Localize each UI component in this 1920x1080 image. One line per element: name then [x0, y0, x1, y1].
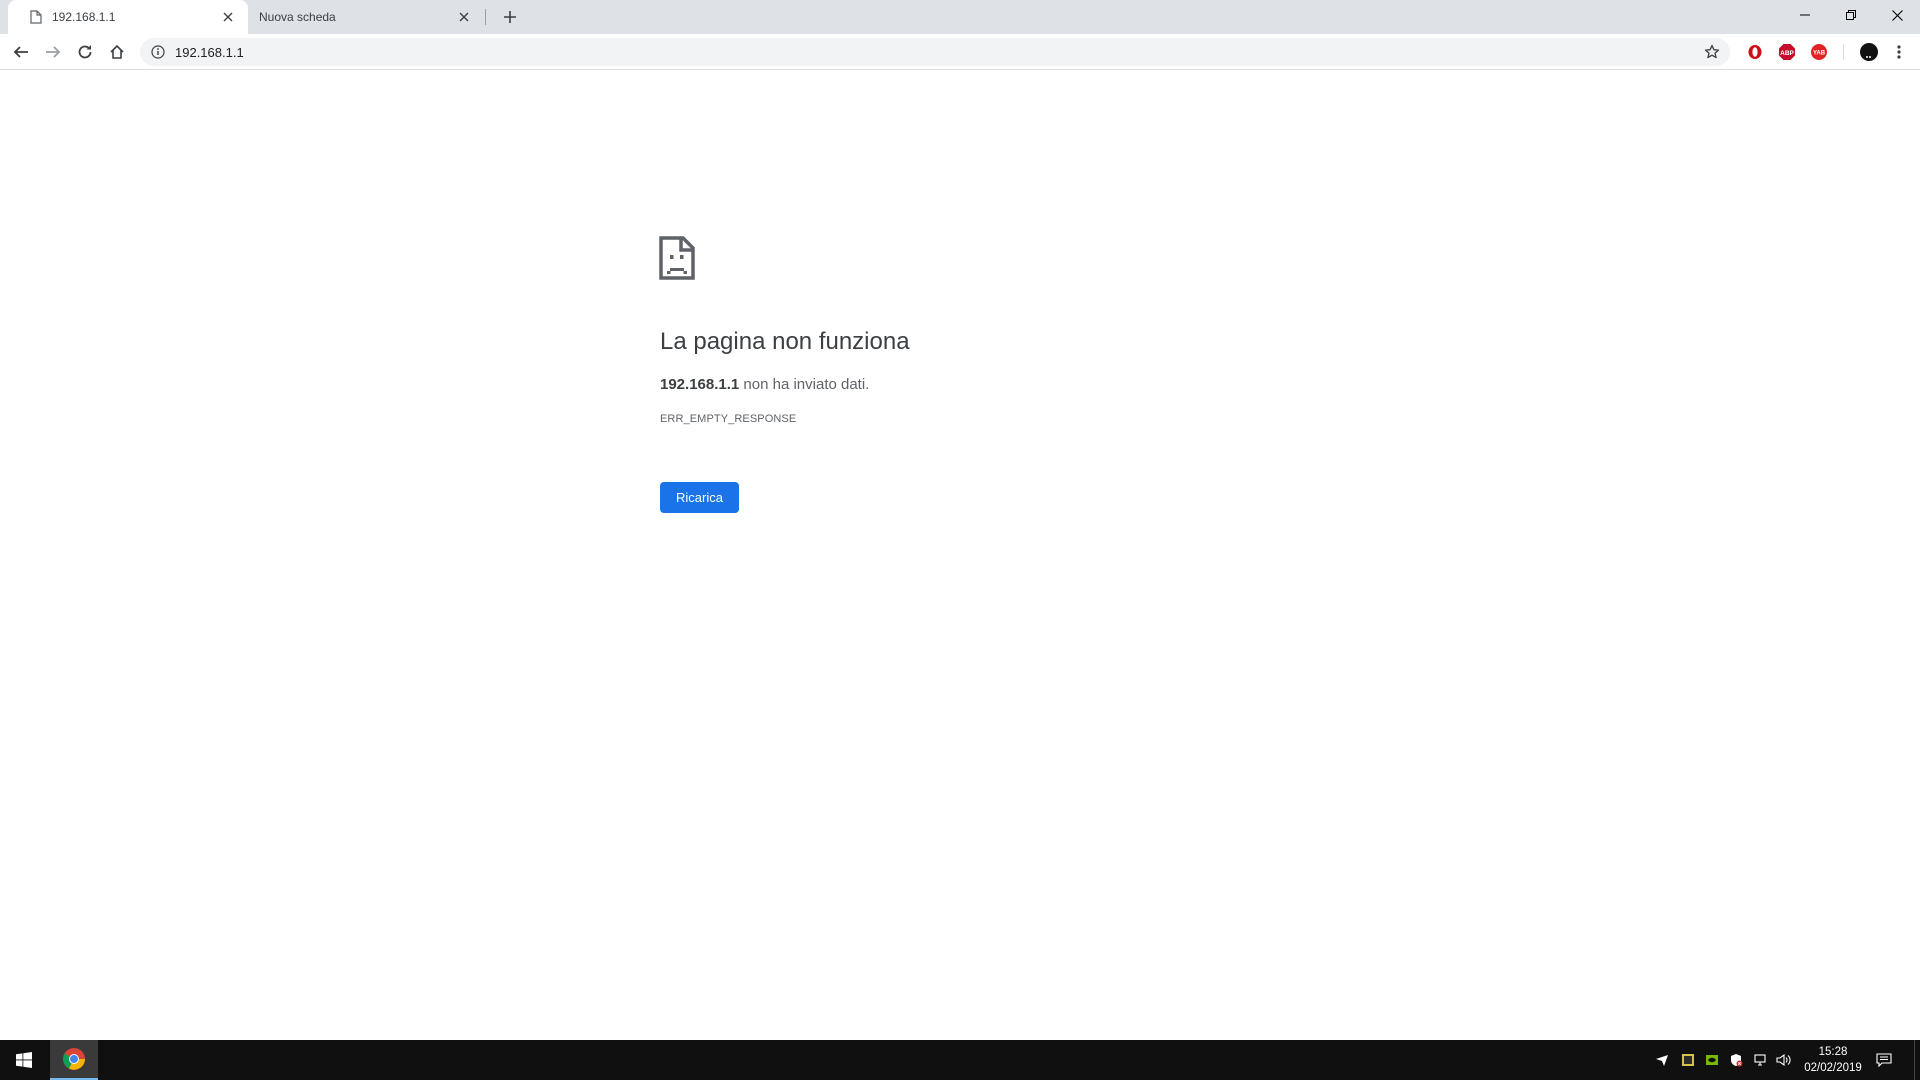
yab-label: YAB	[1813, 51, 1826, 57]
volume-icon[interactable]	[1774, 1050, 1794, 1070]
error-description: 192.168.1.1 non ha inviato dati.	[660, 376, 869, 393]
page-icon	[28, 9, 44, 25]
reload-icon[interactable]	[71, 38, 99, 66]
yab-icon[interactable]: YAB	[1809, 42, 1829, 62]
info-icon[interactable]	[150, 44, 166, 60]
windows-start-button[interactable]	[0, 1040, 48, 1080]
abp-icon[interactable]: ABP	[1777, 42, 1797, 62]
notification-center-icon[interactable]	[1872, 1050, 1896, 1070]
tab-strip: 192.168.1.1 Nuova scheda	[0, 0, 1920, 34]
airplane-icon[interactable]	[1652, 1050, 1672, 1070]
tab-separator	[485, 9, 486, 25]
abp-label: ABP	[1780, 50, 1794, 57]
back-button[interactable]	[7, 38, 35, 66]
clock-time: 15:28	[1818, 1046, 1848, 1058]
opera-icon[interactable]	[1745, 42, 1765, 62]
address-bar[interactable]: 192.168.1.1	[140, 38, 1730, 66]
close-icon[interactable]	[454, 7, 474, 27]
tab-192-168-1-1[interactable]: 192.168.1.1	[8, 0, 248, 34]
error-title: La pagina non funziona	[660, 328, 910, 355]
tab-title: Nuova scheda	[259, 10, 336, 24]
taskbar-clock[interactable]: 15:28 02/02/2019	[1800, 1044, 1866, 1076]
error-host: 192.168.1.1	[660, 376, 740, 393]
bookmark-star-icon[interactable]	[1700, 40, 1724, 64]
url-text[interactable]: 192.168.1.1	[175, 45, 1700, 60]
restore-button[interactable]	[1828, 0, 1874, 30]
error-description-text: non ha inviato dati.	[739, 376, 870, 393]
tab-title: 192.168.1.1	[52, 10, 116, 24]
reload-button[interactable]: Ricarica	[660, 482, 739, 513]
chrome-taskbar-icon[interactable]	[50, 1040, 98, 1080]
minimize-button[interactable]	[1782, 0, 1828, 30]
tab-nuova-scheda[interactable]: Nuova scheda	[248, 0, 484, 34]
nvidia-icon[interactable]	[1702, 1050, 1722, 1070]
security-shield-icon[interactable]	[1726, 1050, 1746, 1070]
screen: 192.168.1.1 Nuova scheda 192.168.1.1 ABP…	[0, 0, 1920, 1080]
toolbar: 192.168.1.1 ABP YAB	[0, 34, 1920, 70]
network-icon[interactable]	[1750, 1050, 1770, 1070]
error-code: ERR_EMPTY_RESPONSE	[660, 413, 797, 425]
page-content: La pagina non funziona 192.168.1.1 non h…	[0, 71, 1920, 1040]
show-desktop-button[interactable]	[1914, 1040, 1920, 1080]
clock-date: 02/02/2019	[1804, 1062, 1862, 1074]
forward-button[interactable]	[39, 38, 67, 66]
menu-dots-icon[interactable]	[1885, 38, 1913, 66]
sad-document-icon	[659, 236, 695, 280]
window-close-button[interactable]	[1874, 0, 1920, 30]
taskbar: 15:28 02/02/2019	[0, 1040, 1920, 1080]
new-tab-button[interactable]	[498, 5, 522, 29]
close-icon[interactable]	[218, 7, 238, 27]
profile-avatar[interactable]	[1855, 38, 1883, 66]
app-tray-icon[interactable]	[1678, 1050, 1698, 1070]
toolbar-separator	[1843, 44, 1844, 60]
home-icon[interactable]	[103, 38, 131, 66]
